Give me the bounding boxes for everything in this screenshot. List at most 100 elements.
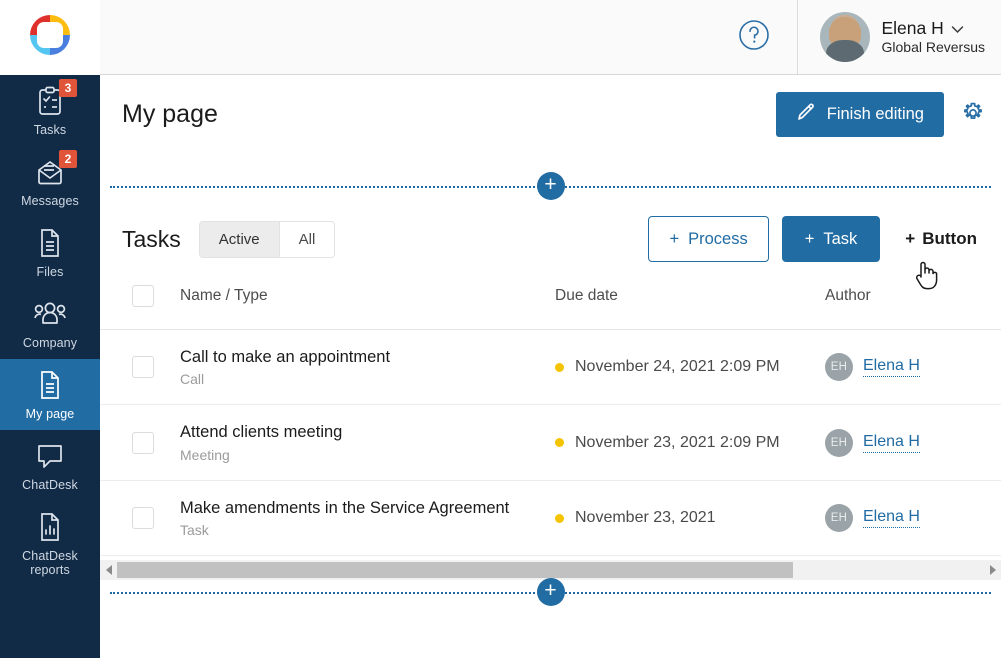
row-due-cell: November 23, 2021 [555,480,825,557]
company-logo-ring-icon [24,9,76,66]
question-mark-circle-icon [737,18,771,57]
add-task-label: Task [823,229,858,248]
widget-toolbar: Tasks Active All + Process + Task + Butt… [100,203,1001,275]
messages-badge: 2 [59,150,77,168]
row-select-cell [100,404,180,481]
add-section-button[interactable]: + [536,172,565,200]
row-name-cell: Make amendments in the Service Agreement… [180,480,555,557]
clipboard-check-icon: 3 [30,79,77,118]
user-name: Elena H [881,18,944,39]
sidebar-item-files[interactable]: Files [0,217,100,288]
help-button[interactable] [737,18,771,57]
add-section-bottom: + [110,577,991,607]
tasks-table: Name / Type Due date Author Call to make… [100,275,1001,557]
bar-chart-doc-icon [30,510,70,544]
column-author: Author [825,275,1001,330]
sidebar-item-label: Company [22,336,78,350]
row-author-cell: EH Elena H [825,404,1001,481]
add-button-label: Button [922,229,977,248]
task-type: Meeting [180,446,230,463]
due-date-text: November 24, 2021 2:09 PM [575,358,780,376]
add-process-label: Process [688,229,748,248]
row-author-cell: EH Elena H [825,480,1001,557]
finish-editing-label: Finish editing [826,105,924,123]
add-section-button[interactable]: + [536,578,565,606]
select-all-checkbox[interactable] [132,285,154,307]
avatar: EH [825,428,853,457]
tasks-badge: 3 [59,79,77,97]
user-org: Global Reversus [881,39,986,56]
arrow-right-icon [989,565,996,576]
avatar [819,12,870,62]
add-process-button[interactable]: + Process [648,216,769,262]
people-group-icon [30,297,70,331]
task-name[interactable]: Call to make an appointment [180,347,555,368]
sidebar-item-label: ChatDesk reports [22,549,78,577]
due-date-text: November 23, 2021 [575,509,716,527]
row-select-cell [100,480,180,557]
author-link[interactable]: Elena H [863,508,920,529]
gear-icon [961,101,985,130]
document-icon [30,226,70,260]
filter-tabs: Active All [198,220,336,258]
logo-container[interactable] [0,0,100,75]
sidebar-item-label: My page [25,407,75,421]
sidebar-item-chatdesk[interactable]: ChatDesk [0,430,100,501]
table-header-row: Name / Type Due date Author [100,275,1001,330]
scrollbar-thumb[interactable] [117,562,794,579]
sidebar-item-messages[interactable]: 2 Messages [0,146,100,217]
plus-icon: + [669,229,680,248]
profile-name-row: Elena H [882,18,986,39]
add-task-button[interactable]: + Task [781,216,881,262]
sidebar-item-chatdesk-reports[interactable]: ChatDesk reports [0,501,100,586]
chat-bubble-icon [30,439,70,473]
sidebar-item-company[interactable]: Company [0,288,100,359]
sidebar-item-tasks[interactable]: 3 Tasks [0,75,100,146]
plus-icon: + [905,229,916,248]
table-head: Name / Type Due date Author [100,275,1001,330]
status-dot [555,438,564,448]
page-title: My page [122,100,218,128]
author-link[interactable]: Elena H [863,433,920,453]
widget-title: Tasks [122,225,181,252]
tab-all[interactable]: All [278,221,335,257]
table-row[interactable]: Make amendments in the Service Agreement… [100,480,1001,557]
arrow-left-icon [105,565,112,576]
pencil-icon [796,102,816,127]
sidebar-item-label: ChatDesk [22,478,78,492]
finish-editing-button[interactable]: Finish editing [775,92,944,137]
task-type: Task [180,522,209,539]
tab-active[interactable]: Active [199,221,279,257]
row-checkbox[interactable] [132,507,154,530]
user-profile-menu[interactable]: Elena H Global Reversus [798,12,1001,62]
row-due-cell: November 24, 2021 2:09 PM [555,329,825,406]
row-name-cell: Attend clients meeting Meeting [180,404,555,481]
row-name-cell: Call to make an appointment Call [180,329,555,406]
status-dot [555,362,564,372]
task-name[interactable]: Attend clients meeting [180,422,555,443]
avatar: EH [825,504,853,533]
row-checkbox[interactable] [132,356,154,379]
table-row[interactable]: Attend clients meeting Meeting November … [100,404,1001,481]
author-link[interactable]: Elena H [863,357,920,378]
column-select-all [100,275,180,330]
sidebar-item-label: Tasks [33,123,67,137]
row-checkbox[interactable] [132,431,154,454]
app-root: 3 Tasks 2 Messages Files Company My page… [0,0,1001,658]
due-date-text: November 23, 2021 2:09 PM [575,433,780,451]
avatar-hair [828,16,861,47]
profile-text: Elena H Global Reversus [882,18,986,55]
task-type: Call [180,371,205,388]
sidebar-item-my-page[interactable]: My page [0,359,100,430]
column-due-date: Due date [555,275,825,330]
row-author-cell: EH Elena H [825,329,1001,406]
envelope-icon: 2 [30,150,77,189]
row-select-cell [100,329,180,406]
chevron-down-icon[interactable] [951,18,964,39]
table-row[interactable]: Call to make an appointment Call Novembe… [100,329,1001,406]
task-name[interactable]: Make amendments in the Service Agreement [180,498,555,519]
row-due-cell: November 23, 2021 2:09 PM [555,404,825,481]
add-button-button[interactable]: + Button [905,229,977,249]
settings-button[interactable] [961,101,985,130]
top-bar: Elena H Global Reversus [100,0,1001,75]
